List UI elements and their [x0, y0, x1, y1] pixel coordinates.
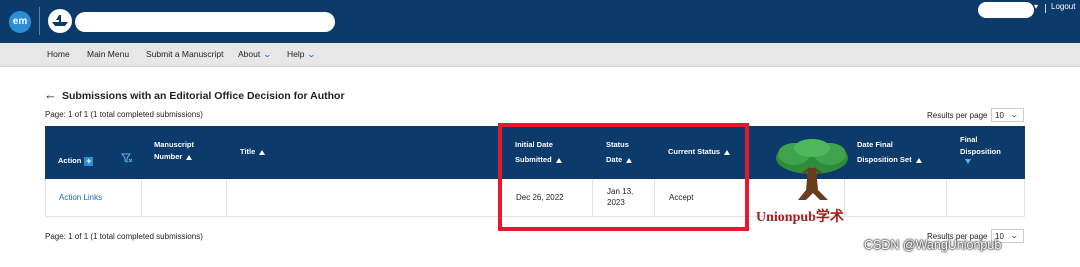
column-divider	[946, 179, 947, 216]
sort-asc-icon[interactable]	[186, 154, 193, 160]
col-header-date-final-line1: Date Final	[857, 140, 893, 149]
highlight-annotation-box	[498, 123, 749, 231]
chevron-down-icon: ⌄	[307, 50, 317, 59]
watermark-csdn-text: CSDN @WangUnionpub	[864, 238, 1002, 252]
nav-help[interactable]: Help ⌄	[287, 49, 317, 59]
col-header-manuscript-number-line2: Number	[154, 152, 183, 161]
header-divider	[39, 7, 40, 35]
nav-main-menu-label: Main Menu	[87, 49, 130, 59]
page-info-top: Page: 1 of 1 (1 total completed submissi…	[45, 110, 203, 119]
redacted-journal-name	[75, 12, 335, 32]
main-nav-bar: Home Main Menu Submit a Manuscript About…	[0, 43, 1080, 67]
col-header-date-final-disposition-set[interactable]: Date Final Disposition Set	[857, 139, 922, 166]
nav-home-label: Home	[47, 49, 70, 59]
sort-asc-icon[interactable]	[259, 149, 266, 155]
nav-about[interactable]: About ⌄	[238, 49, 273, 59]
filter-clear-icon[interactable]	[121, 153, 133, 164]
sort-desc-icon[interactable]	[965, 159, 971, 164]
logout-link[interactable]: Logout	[1051, 2, 1075, 11]
chevron-down-icon: ⌄	[1009, 110, 1020, 119]
journal-logo[interactable]	[48, 9, 72, 33]
column-divider	[226, 179, 227, 216]
nav-help-label: Help	[287, 49, 305, 59]
sort-asc-icon[interactable]	[915, 157, 922, 163]
nav-submit-manuscript-label: Submit a Manuscript	[146, 49, 224, 59]
chevron-down-icon: ⌄	[1009, 231, 1020, 240]
header-links-divider	[1045, 4, 1046, 13]
col-header-final-disposition-line1: Final	[960, 135, 978, 144]
results-per-page-label-top: Results per page	[927, 111, 988, 120]
nav-submit-manuscript[interactable]: Submit a Manuscript	[146, 49, 223, 59]
nav-about-label: About	[238, 49, 261, 59]
watermark-brand-text: Unionpub学术	[756, 210, 844, 225]
nav-main-menu[interactable]: Main Menu	[87, 49, 129, 59]
col-header-final-disposition[interactable]: Final Disposition	[960, 134, 1001, 158]
user-menu-chevron-icon[interactable]: ▾	[1034, 2, 1038, 11]
col-header-action-label: Action	[58, 156, 82, 165]
col-header-manuscript-number-line1: Manuscript	[154, 140, 195, 149]
col-header-title-label: Title	[240, 147, 256, 156]
col-header-title[interactable]: Title	[240, 146, 266, 158]
column-divider	[141, 179, 142, 216]
redacted-user-name[interactable]	[978, 2, 1034, 18]
top-header-bar: em ▾ Logout	[0, 0, 1080, 43]
tree-logo-icon	[776, 139, 848, 200]
nav-home[interactable]: Home	[47, 49, 70, 59]
col-header-date-final-line2: Disposition Set	[857, 155, 912, 164]
back-arrow-icon[interactable]: ←	[44, 88, 57, 102]
col-header-final-disposition-line2: Disposition	[960, 147, 1001, 156]
page-title: Submissions with an Editorial Office Dec…	[62, 90, 345, 102]
em-logo-icon[interactable]: em	[9, 11, 31, 33]
page-info-bottom: Page: 1 of 1 (1 total completed submissi…	[45, 232, 203, 241]
plus-icon[interactable]: +	[84, 156, 94, 166]
col-header-action[interactable]: Action +	[58, 155, 94, 167]
chevron-down-icon: ⌄	[262, 50, 273, 59]
action-links[interactable]: Action Links	[59, 192, 102, 203]
col-header-manuscript-number[interactable]: Manuscript Number	[154, 139, 194, 163]
journal-ship-icon	[52, 15, 68, 26]
results-per-page-value-top: 10	[995, 111, 1004, 120]
results-per-page-select-top[interactable]: 10 ⌄	[991, 108, 1024, 122]
